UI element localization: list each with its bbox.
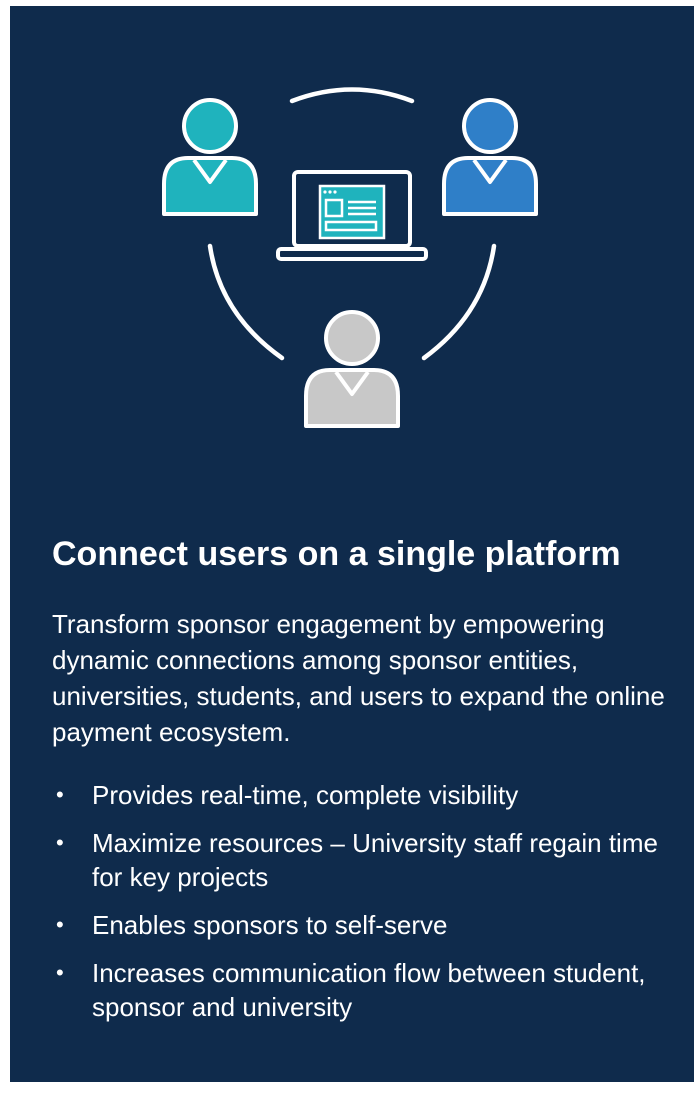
bullet-item: • Provides real-time, complete visibilit… <box>52 778 682 812</box>
laptop-icon <box>276 170 428 261</box>
right-arc <box>421 243 497 361</box>
bullet-dot-icon: • <box>56 912 64 937</box>
bullet-text: Increases communication flow between stu… <box>92 958 646 1022</box>
feature-card: Connect users on a single platform Trans… <box>10 6 694 1082</box>
feature-description: Transform sponsor engagement by empoweri… <box>52 609 665 747</box>
right-user-icon <box>442 98 538 216</box>
bullet-text: Provides real-time, complete visibility <box>92 780 519 810</box>
left-arc <box>207 243 285 361</box>
bullet-dot-icon: • <box>56 782 64 807</box>
bottom-user-icon <box>304 310 400 428</box>
connection-illustration <box>162 87 538 428</box>
bullet-dot-icon: • <box>56 960 64 985</box>
bullet-text: Enables sponsors to self-serve <box>92 910 448 940</box>
bullet-text: Maximize resources – University staff re… <box>92 828 658 892</box>
feature-title: Connect users on a single platform <box>52 535 621 573</box>
bullet-item: • Maximize resources – University staff … <box>52 826 682 894</box>
feature-bullet-list: • Provides real-time, complete visibilit… <box>52 778 682 1038</box>
bullet-item: • Increases communication flow between s… <box>52 956 682 1024</box>
bullet-dot-icon: • <box>56 830 64 855</box>
top-arc <box>289 87 415 104</box>
bullet-item: • Enables sponsors to self-serve <box>52 908 682 942</box>
left-user-icon <box>162 98 258 216</box>
